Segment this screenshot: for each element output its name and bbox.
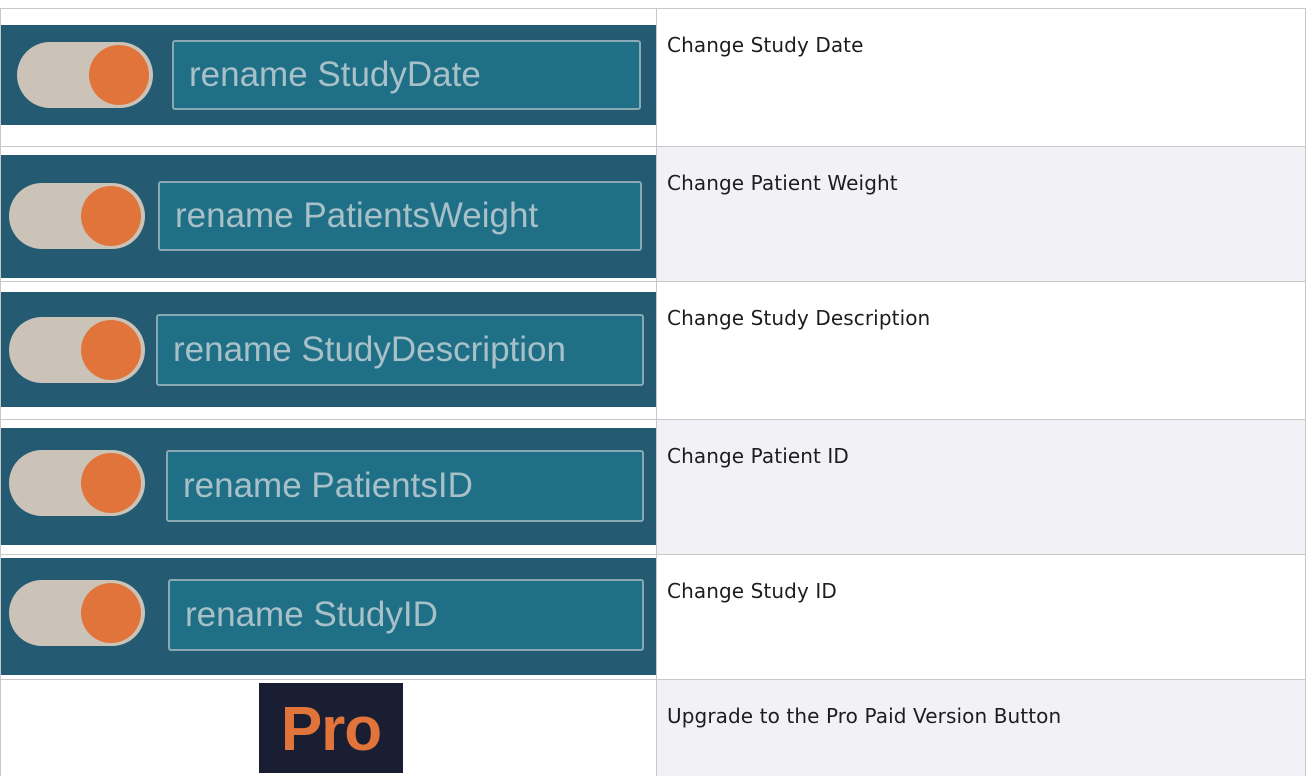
table-row: rename PatientsWeight Change Patient Wei…	[0, 146, 1306, 281]
description-cell: Change Patient ID	[656, 419, 1306, 554]
screenshot-cell: rename StudyID	[0, 554, 657, 679]
description-text: Change Study Date	[667, 33, 864, 57]
rename-panel-screenshot: rename PatientsID	[1, 428, 657, 545]
description-cell: Change Patient Weight	[656, 146, 1306, 281]
screenshot-cell: rename PatientsID	[0, 419, 657, 554]
table-row: rename StudyDate Change Study Date	[0, 8, 1306, 146]
description-text: Upgrade to the Pro Paid Version Button	[667, 704, 1062, 728]
description-cell: Change Study Description	[656, 281, 1306, 419]
toggle-knob	[81, 186, 141, 246]
table-row: rename StudyID Change Study ID	[0, 554, 1306, 679]
screenshot-cell: rename StudyDescription	[0, 281, 657, 419]
rename-studyid-field[interactable]: rename StudyID	[168, 579, 644, 651]
description-cell: Change Study ID	[656, 554, 1306, 679]
rename-toggle[interactable]	[9, 580, 145, 646]
table-row: rename StudyDescription Change Study Des…	[0, 281, 1306, 419]
description-text: Change Study Description	[667, 306, 931, 330]
toggle-knob	[81, 583, 141, 643]
description-text: Change Study ID	[667, 579, 837, 603]
pro-label: Pro	[280, 695, 382, 764]
toggle-knob	[81, 453, 141, 513]
rename-patientsweight-field[interactable]: rename PatientsWeight	[158, 181, 642, 251]
rename-studydescription-field[interactable]: rename StudyDescription	[156, 314, 644, 386]
rename-toggle[interactable]	[17, 42, 153, 108]
description-cell: Upgrade to the Pro Paid Version Button	[656, 679, 1306, 776]
rename-toggle[interactable]	[9, 450, 145, 516]
description-cell: Change Study Date	[656, 8, 1306, 146]
screenshot-cell: rename PatientsWeight	[0, 146, 657, 281]
rename-studydate-field[interactable]: rename StudyDate	[172, 40, 641, 110]
rename-panel-screenshot: rename StudyID	[1, 558, 657, 675]
rename-toggle[interactable]	[9, 183, 145, 249]
screenshot-cell: Pro	[0, 679, 656, 776]
rename-panel-screenshot: rename PatientsWeight	[1, 155, 657, 278]
rename-panel-screenshot: rename StudyDate	[1, 25, 657, 125]
table-row: Pro Upgrade to the Pro Paid Version Butt…	[0, 679, 1306, 776]
feature-table: rename StudyDate Change Study Date renam…	[0, 8, 1306, 776]
screenshot-cell: rename StudyDate	[0, 8, 657, 146]
rename-panel-screenshot: rename StudyDescription	[1, 292, 657, 407]
pro-upgrade-button[interactable]: Pro	[259, 683, 403, 773]
table-row: rename PatientsID Change Patient ID	[0, 419, 1306, 554]
description-text: Change Patient ID	[667, 444, 849, 468]
rename-patientsid-field[interactable]: rename PatientsID	[166, 450, 644, 522]
toggle-knob	[89, 45, 149, 105]
toggle-knob	[81, 320, 141, 380]
rename-toggle[interactable]	[9, 317, 145, 383]
description-text: Change Patient Weight	[667, 171, 898, 195]
